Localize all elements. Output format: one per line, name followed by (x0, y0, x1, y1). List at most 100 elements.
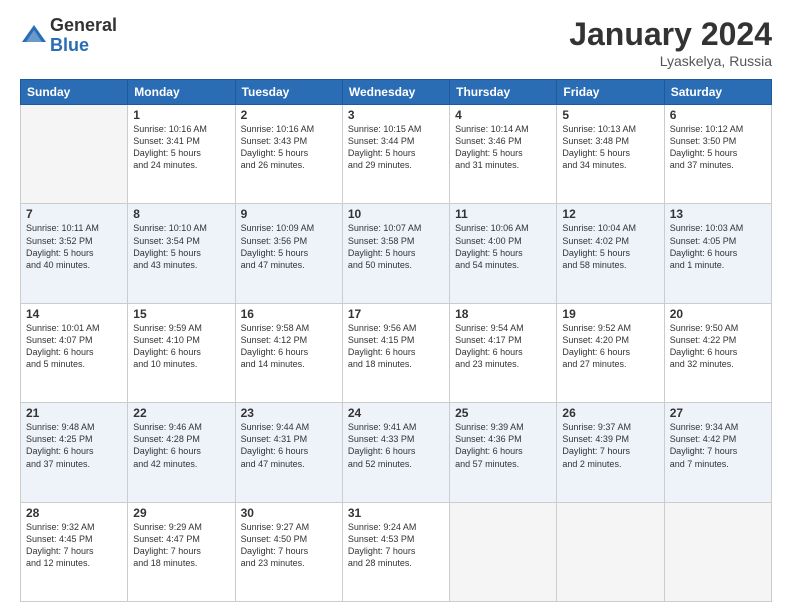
day-number: 28 (26, 506, 122, 520)
table-row: 30Sunrise: 9:27 AM Sunset: 4:50 PM Dayli… (235, 502, 342, 601)
day-number: 3 (348, 108, 444, 122)
logo-text: General Blue (50, 16, 117, 56)
table-row: 23Sunrise: 9:44 AM Sunset: 4:31 PM Dayli… (235, 403, 342, 502)
table-row: 14Sunrise: 10:01 AM Sunset: 4:07 PM Dayl… (21, 303, 128, 402)
calendar-page: General Blue January 2024 Lyaskelya, Rus… (0, 0, 792, 612)
table-row: 2Sunrise: 10:16 AM Sunset: 3:43 PM Dayli… (235, 105, 342, 204)
day-number: 1 (133, 108, 229, 122)
day-info: Sunrise: 10:16 AM Sunset: 3:41 PM Daylig… (133, 123, 229, 172)
day-number: 27 (670, 406, 766, 420)
day-number: 21 (26, 406, 122, 420)
day-number: 31 (348, 506, 444, 520)
table-row: 22Sunrise: 9:46 AM Sunset: 4:28 PM Dayli… (128, 403, 235, 502)
title-area: January 2024 Lyaskelya, Russia (569, 16, 772, 69)
day-info: Sunrise: 9:59 AM Sunset: 4:10 PM Dayligh… (133, 322, 229, 371)
day-info: Sunrise: 10:12 AM Sunset: 3:50 PM Daylig… (670, 123, 766, 172)
table-row: 4Sunrise: 10:14 AM Sunset: 3:46 PM Dayli… (450, 105, 557, 204)
day-info: Sunrise: 9:56 AM Sunset: 4:15 PM Dayligh… (348, 322, 444, 371)
day-info: Sunrise: 10:15 AM Sunset: 3:44 PM Daylig… (348, 123, 444, 172)
calendar-week-row: 1Sunrise: 10:16 AM Sunset: 3:41 PM Dayli… (21, 105, 772, 204)
day-number: 18 (455, 307, 551, 321)
day-number: 22 (133, 406, 229, 420)
table-row: 9Sunrise: 10:09 AM Sunset: 3:56 PM Dayli… (235, 204, 342, 303)
calendar-week-row: 21Sunrise: 9:48 AM Sunset: 4:25 PM Dayli… (21, 403, 772, 502)
day-info: Sunrise: 10:07 AM Sunset: 3:58 PM Daylig… (348, 222, 444, 271)
day-info: Sunrise: 9:50 AM Sunset: 4:22 PM Dayligh… (670, 322, 766, 371)
col-saturday: Saturday (664, 80, 771, 105)
day-number: 20 (670, 307, 766, 321)
table-row: 15Sunrise: 9:59 AM Sunset: 4:10 PM Dayli… (128, 303, 235, 402)
day-number: 9 (241, 207, 337, 221)
logo-general-text: General (50, 16, 117, 36)
day-info: Sunrise: 10:10 AM Sunset: 3:54 PM Daylig… (133, 222, 229, 271)
table-row: 8Sunrise: 10:10 AM Sunset: 3:54 PM Dayli… (128, 204, 235, 303)
col-monday: Monday (128, 80, 235, 105)
table-row: 31Sunrise: 9:24 AM Sunset: 4:53 PM Dayli… (342, 502, 449, 601)
day-number: 16 (241, 307, 337, 321)
table-row (450, 502, 557, 601)
table-row: 7Sunrise: 10:11 AM Sunset: 3:52 PM Dayli… (21, 204, 128, 303)
day-info: Sunrise: 10:16 AM Sunset: 3:43 PM Daylig… (241, 123, 337, 172)
table-row: 1Sunrise: 10:16 AM Sunset: 3:41 PM Dayli… (128, 105, 235, 204)
table-row: 18Sunrise: 9:54 AM Sunset: 4:17 PM Dayli… (450, 303, 557, 402)
day-info: Sunrise: 10:03 AM Sunset: 4:05 PM Daylig… (670, 222, 766, 271)
table-row: 16Sunrise: 9:58 AM Sunset: 4:12 PM Dayli… (235, 303, 342, 402)
day-number: 29 (133, 506, 229, 520)
day-info: Sunrise: 9:39 AM Sunset: 4:36 PM Dayligh… (455, 421, 551, 470)
logo-icon (20, 22, 48, 50)
table-row: 24Sunrise: 9:41 AM Sunset: 4:33 PM Dayli… (342, 403, 449, 502)
table-row: 29Sunrise: 9:29 AM Sunset: 4:47 PM Dayli… (128, 502, 235, 601)
table-row: 6Sunrise: 10:12 AM Sunset: 3:50 PM Dayli… (664, 105, 771, 204)
calendar-table: Sunday Monday Tuesday Wednesday Thursday… (20, 79, 772, 602)
day-number: 2 (241, 108, 337, 122)
day-number: 26 (562, 406, 658, 420)
calendar-week-row: 7Sunrise: 10:11 AM Sunset: 3:52 PM Dayli… (21, 204, 772, 303)
day-info: Sunrise: 9:37 AM Sunset: 4:39 PM Dayligh… (562, 421, 658, 470)
day-number: 15 (133, 307, 229, 321)
day-number: 23 (241, 406, 337, 420)
day-number: 24 (348, 406, 444, 420)
table-row: 20Sunrise: 9:50 AM Sunset: 4:22 PM Dayli… (664, 303, 771, 402)
calendar-week-row: 14Sunrise: 10:01 AM Sunset: 4:07 PM Dayl… (21, 303, 772, 402)
table-row (664, 502, 771, 601)
table-row: 11Sunrise: 10:06 AM Sunset: 4:00 PM Dayl… (450, 204, 557, 303)
day-info: Sunrise: 9:46 AM Sunset: 4:28 PM Dayligh… (133, 421, 229, 470)
header: General Blue January 2024 Lyaskelya, Rus… (20, 16, 772, 69)
day-info: Sunrise: 10:11 AM Sunset: 3:52 PM Daylig… (26, 222, 122, 271)
day-number: 14 (26, 307, 122, 321)
day-info: Sunrise: 9:54 AM Sunset: 4:17 PM Dayligh… (455, 322, 551, 371)
table-row: 5Sunrise: 10:13 AM Sunset: 3:48 PM Dayli… (557, 105, 664, 204)
table-row (21, 105, 128, 204)
col-wednesday: Wednesday (342, 80, 449, 105)
day-number: 7 (26, 207, 122, 221)
day-info: Sunrise: 9:24 AM Sunset: 4:53 PM Dayligh… (348, 521, 444, 570)
location: Lyaskelya, Russia (569, 53, 772, 69)
table-row: 13Sunrise: 10:03 AM Sunset: 4:05 PM Dayl… (664, 204, 771, 303)
day-info: Sunrise: 10:04 AM Sunset: 4:02 PM Daylig… (562, 222, 658, 271)
day-info: Sunrise: 9:27 AM Sunset: 4:50 PM Dayligh… (241, 521, 337, 570)
table-row: 12Sunrise: 10:04 AM Sunset: 4:02 PM Dayl… (557, 204, 664, 303)
day-number: 13 (670, 207, 766, 221)
day-info: Sunrise: 10:13 AM Sunset: 3:48 PM Daylig… (562, 123, 658, 172)
day-number: 11 (455, 207, 551, 221)
calendar-header-row: Sunday Monday Tuesday Wednesday Thursday… (21, 80, 772, 105)
table-row: 17Sunrise: 9:56 AM Sunset: 4:15 PM Dayli… (342, 303, 449, 402)
day-number: 4 (455, 108, 551, 122)
logo-blue-text: Blue (50, 36, 117, 56)
calendar-week-row: 28Sunrise: 9:32 AM Sunset: 4:45 PM Dayli… (21, 502, 772, 601)
month-title: January 2024 (569, 16, 772, 53)
table-row: 3Sunrise: 10:15 AM Sunset: 3:44 PM Dayli… (342, 105, 449, 204)
day-info: Sunrise: 9:44 AM Sunset: 4:31 PM Dayligh… (241, 421, 337, 470)
day-info: Sunrise: 10:09 AM Sunset: 3:56 PM Daylig… (241, 222, 337, 271)
day-info: Sunrise: 9:29 AM Sunset: 4:47 PM Dayligh… (133, 521, 229, 570)
day-number: 19 (562, 307, 658, 321)
col-sunday: Sunday (21, 80, 128, 105)
table-row: 25Sunrise: 9:39 AM Sunset: 4:36 PM Dayli… (450, 403, 557, 502)
table-row: 19Sunrise: 9:52 AM Sunset: 4:20 PM Dayli… (557, 303, 664, 402)
col-tuesday: Tuesday (235, 80, 342, 105)
day-number: 12 (562, 207, 658, 221)
day-info: Sunrise: 10:06 AM Sunset: 4:00 PM Daylig… (455, 222, 551, 271)
col-thursday: Thursday (450, 80, 557, 105)
logo: General Blue (20, 16, 117, 56)
col-friday: Friday (557, 80, 664, 105)
